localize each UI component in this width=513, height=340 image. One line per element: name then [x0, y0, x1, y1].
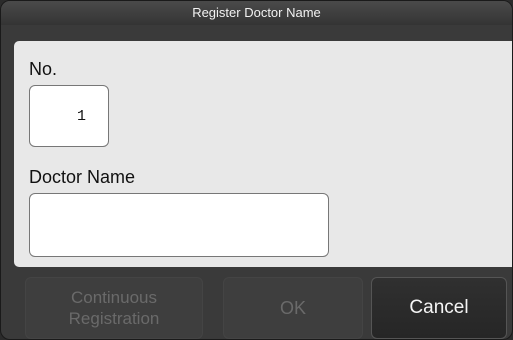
- doctor-name-input[interactable]: [29, 193, 329, 257]
- register-doctor-dialog: Register Doctor Name No. 1 Doctor Name C…: [0, 0, 513, 340]
- no-label: No.: [29, 59, 58, 79]
- doctor-name-label: Doctor Name: [29, 167, 136, 187]
- cancel-button[interactable]: Cancel: [371, 277, 507, 339]
- continuous-registration-button[interactable]: Continuous Registration: [25, 277, 203, 339]
- ok-button[interactable]: OK: [223, 277, 363, 339]
- continuous-registration-line2: Registration: [68, 309, 160, 328]
- form-panel: No. 1 Doctor Name: [14, 41, 512, 267]
- continuous-registration-line1: Continuous: [70, 288, 157, 307]
- continuous-registration-label: Continuous Registration: [69, 287, 160, 329]
- dialog-title: Register Doctor Name: [1, 1, 512, 25]
- number-field[interactable]: 1: [29, 85, 109, 147]
